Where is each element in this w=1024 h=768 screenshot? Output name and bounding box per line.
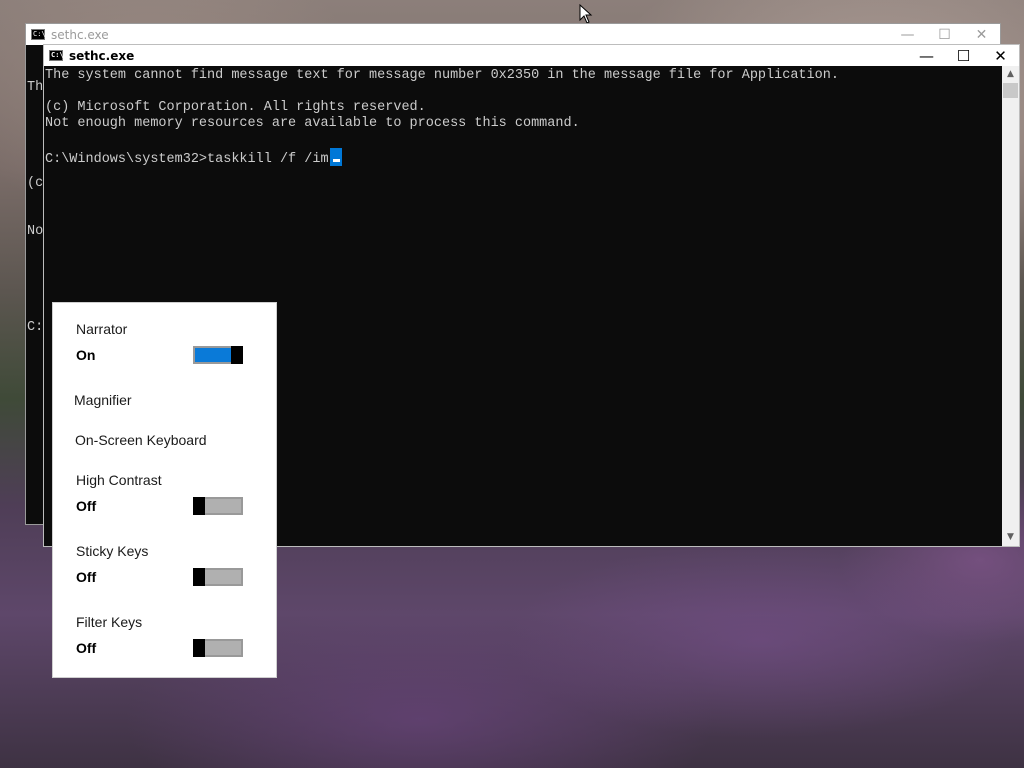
narrator-label: Narrator [76,321,128,337]
toggle-knob [193,497,205,515]
on-screen-keyboard-item[interactable]: On-Screen Keyboard [75,432,207,448]
cmd-icon: C:\ [31,29,46,40]
title-bar[interactable]: C:\ sethc.exe — ☐ ✕ [26,24,1000,45]
narrator-toggle[interactable] [193,346,243,364]
mouse-pointer-icon [579,4,593,24]
close-button[interactable]: ✕ [982,47,1019,65]
sticky-keys-label: Sticky Keys [76,543,149,559]
command-input[interactable]: taskkill /f /im [207,152,329,167]
sticky-keys-state: Off [76,569,97,585]
console-line: (c) Microsoft Corporation. All rights re… [45,100,426,115]
minimize-button[interactable]: — [908,47,945,65]
console-line: The system cannot find message text for … [45,68,839,83]
command-line[interactable]: C:\Windows\system32>taskkill /f /im [45,148,1002,167]
toggle-knob [193,568,205,586]
scroll-down-arrow-icon[interactable]: ▼ [1002,529,1019,546]
filter-keys-toggle[interactable] [193,639,243,657]
close-button[interactable]: ✕ [963,27,1000,43]
toggle-knob [231,346,243,364]
window-title: sethc.exe [51,27,109,42]
console-line: Not enough memory resources are availabl… [45,116,580,131]
toggle-knob [193,639,205,657]
ease-of-access-panel: Narrator On Magnifier On-Screen Keyboard… [52,302,277,678]
window-title: sethc.exe [69,48,135,63]
filter-keys-label: Filter Keys [76,614,143,630]
high-contrast-label: High Contrast [76,472,162,488]
sticky-keys-toggle[interactable] [193,568,243,586]
title-bar[interactable]: C:\ sethc.exe — ☐ ✕ [44,45,1019,66]
narrator-state: On [76,347,96,363]
text-cursor [329,148,342,166]
high-contrast-state: Off [76,498,97,514]
maximize-button[interactable]: ☐ [945,47,982,65]
prompt: C:\Windows\system32> [45,152,208,167]
high-contrast-toggle[interactable] [193,497,243,515]
cmd-icon: C:\ [49,50,64,61]
scrollbar-thumb[interactable] [1003,83,1018,98]
filter-keys-state: Off [76,640,97,656]
vertical-scrollbar[interactable]: ▲ ▼ [1002,66,1019,546]
maximize-button[interactable]: ☐ [926,27,963,43]
scroll-up-arrow-icon[interactable]: ▲ [1002,66,1019,83]
minimize-button[interactable]: — [889,27,926,43]
magnifier-item[interactable]: Magnifier [74,392,132,408]
